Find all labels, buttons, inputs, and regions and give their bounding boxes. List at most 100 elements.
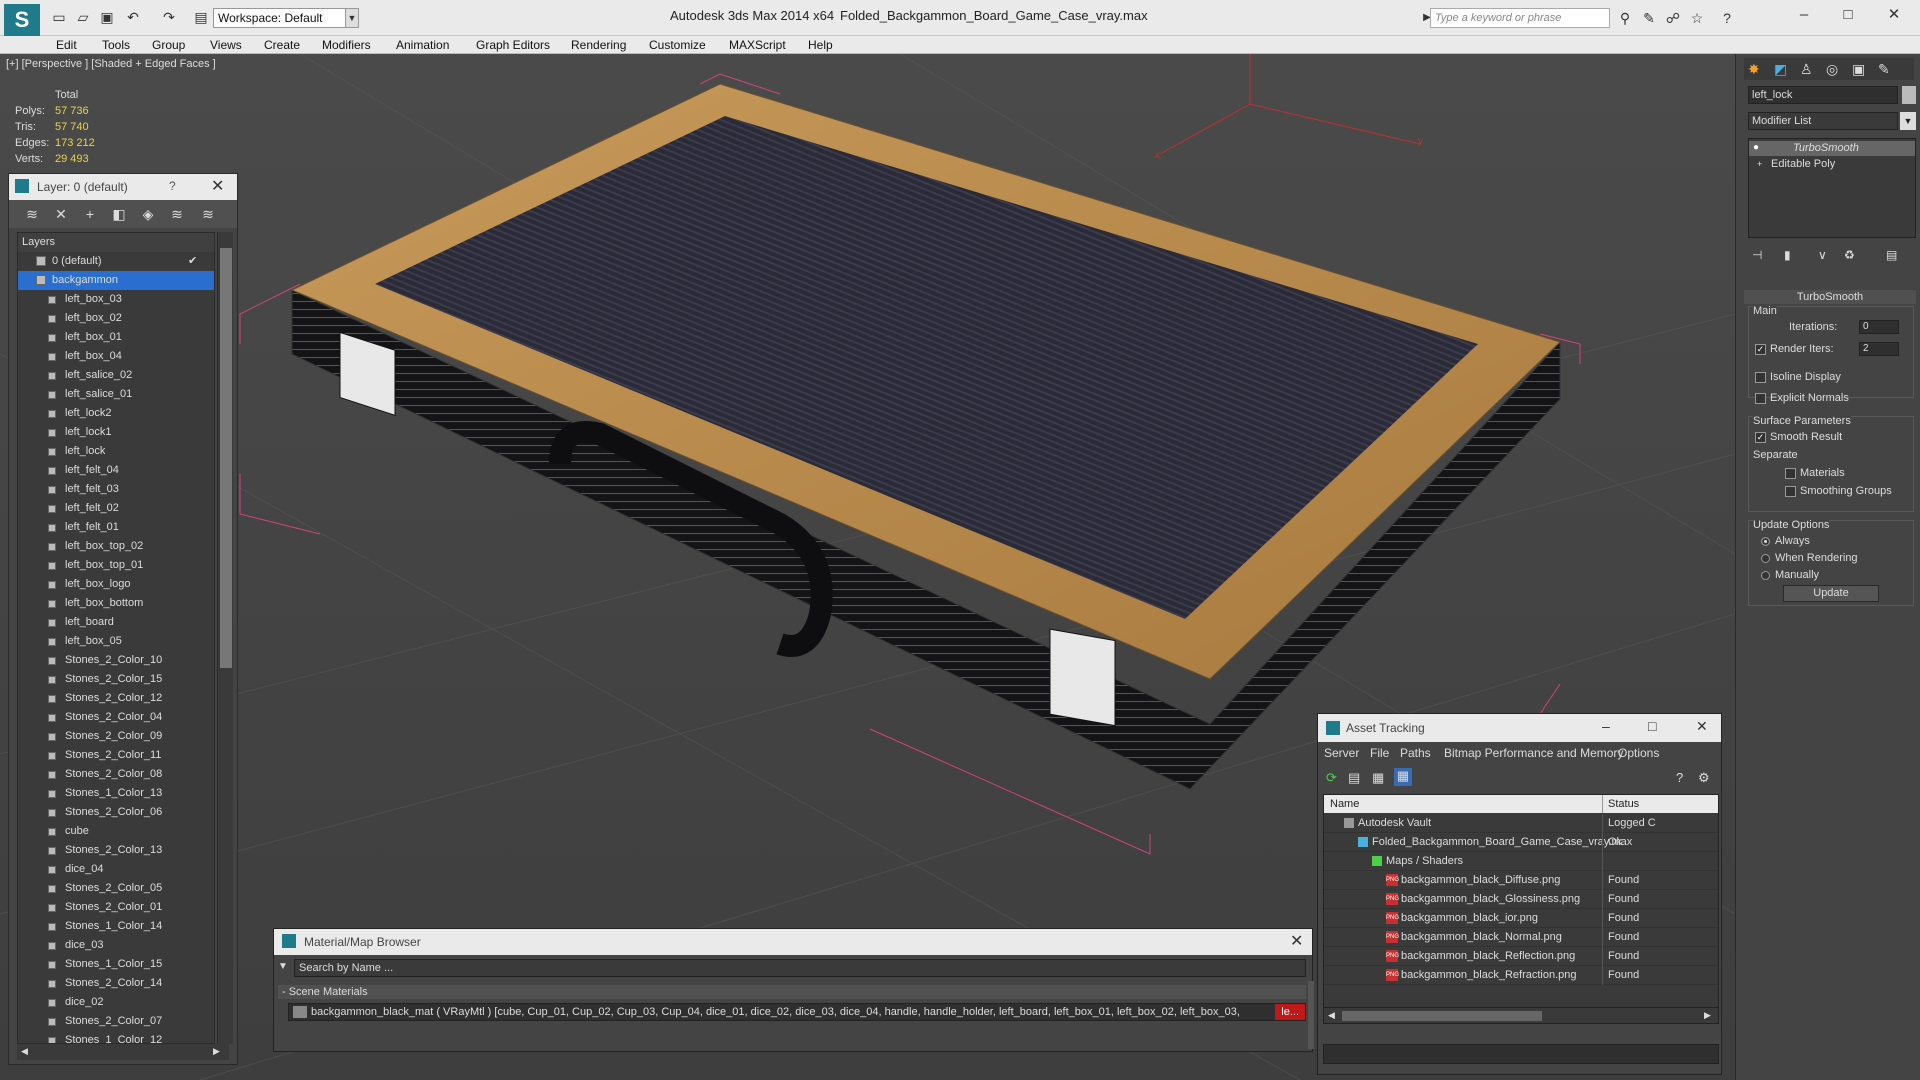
layer-object-item[interactable]: left_salice_02 [18, 366, 214, 385]
project-folder-icon[interactable]: ▤ [192, 8, 210, 26]
layer-object-item[interactable]: left_box_logo [18, 575, 214, 594]
communication-center-icon[interactable]: ✎ [1640, 9, 1658, 27]
object-color-swatch[interactable] [1902, 86, 1916, 104]
modifier-stack[interactable]: TurboSmooth ● Editable Poly + [1748, 138, 1916, 238]
layer-object-item[interactable]: cube [18, 822, 214, 841]
layer-object-item[interactable]: left_felt_04 [18, 461, 214, 480]
layer-default[interactable]: 0 (default) ✔ [18, 252, 214, 271]
layer-object-item[interactable]: dice_02 [18, 993, 214, 1012]
layer-object-item[interactable]: Stones_1_Color_13 [18, 784, 214, 803]
layer-object-item[interactable]: left_box_05 [18, 632, 214, 651]
vault-settings-icon[interactable]: ⚙ [1698, 770, 1710, 786]
table-view-icon[interactable]: ▦ [1394, 768, 1412, 786]
layer-object-item[interactable]: left_box_top_02 [18, 537, 214, 556]
layer-object-item[interactable]: dice_04 [18, 860, 214, 879]
scroll-left-icon[interactable]: ◀ [21, 1046, 28, 1057]
pin-stack-icon[interactable]: ⊣ [1752, 248, 1762, 262]
layer-object-item[interactable]: Stones_2_Color_13 [18, 841, 214, 860]
column-status[interactable]: Status [1608, 798, 1639, 810]
turbosmooth-rollout-header[interactable]: TurboSmooth [1744, 290, 1916, 304]
lightbulb-icon[interactable]: ● [1753, 142, 1759, 153]
workspace-dropdown[interactable]: Workspace: Default [213, 8, 353, 28]
menu-maxscript[interactable]: MAXScript [729, 38, 786, 52]
layer-object-item[interactable]: left_lock2 [18, 404, 214, 423]
utilities-tab-icon[interactable]: ✎ [1878, 61, 1890, 78]
layer-object-item[interactable]: left_salice_01 [18, 385, 214, 404]
layer-object-item[interactable]: Stones_1_Color_15 [18, 955, 214, 974]
layer-object-item[interactable]: Stones_1_Color_12 [18, 1031, 214, 1043]
layer-vertical-scrollbar[interactable] [217, 232, 233, 1044]
asset-path-field[interactable] [1323, 1044, 1719, 1064]
close-icon[interactable]: ✕ [1290, 931, 1303, 951]
asset-menu-paths[interactable]: Paths [1400, 746, 1431, 760]
display-tab-icon[interactable]: ▣ [1852, 61, 1865, 78]
menu-edit[interactable]: Edit [56, 38, 77, 52]
layer-object-item[interactable]: Stones_2_Color_11 [18, 746, 214, 765]
layer-object-item[interactable]: left_felt_03 [18, 480, 214, 499]
smooth-result-checkbox[interactable]: ✓ Smooth Result [1755, 431, 1842, 443]
render-iters-checkbox[interactable]: ✓ [1755, 343, 1766, 355]
layer-object-item[interactable]: left_box_01 [18, 328, 214, 347]
when-rendering-radio[interactable]: When Rendering [1761, 552, 1858, 564]
save-icon[interactable]: ▣ [98, 8, 116, 26]
menu-customize[interactable]: Customize [649, 38, 706, 52]
layer-horizontal-scrollbar[interactable]: ◀ ▶ [17, 1044, 229, 1060]
favorites-star-icon[interactable]: ☆ [1688, 9, 1706, 27]
object-name-field[interactable]: left_lock [1748, 86, 1898, 104]
highlight-layer-icon[interactable]: ◈ [139, 205, 157, 223]
help-icon[interactable]: ? [1718, 9, 1736, 27]
sign-in-icon[interactable]: ☍ [1664, 9, 1682, 27]
asset-menu-server[interactable]: Server [1324, 746, 1359, 760]
scene-materials-section[interactable]: - Scene Materials [278, 985, 1306, 999]
material-search-input[interactable]: Search by Name ... [294, 959, 1306, 977]
layer-object-item[interactable]: Stones_2_Color_09 [18, 727, 214, 746]
delete-layer-icon[interactable]: ✕ [52, 205, 70, 223]
menu-animation[interactable]: Animation [396, 38, 449, 52]
remove-modifier-icon[interactable]: ♻ [1844, 248, 1855, 262]
show-end-result-icon[interactable]: ▮ [1784, 248, 1791, 262]
minimize-icon[interactable]: – [1786, 4, 1822, 26]
layer-object-item[interactable]: left_lock1 [18, 423, 214, 442]
asset-menu-options[interactable]: Options [1618, 746, 1659, 760]
undo-icon[interactable]: ↶ [124, 8, 142, 26]
layer-object-item[interactable]: Stones_2_Color_12 [18, 689, 214, 708]
render-iters-row[interactable]: ✓ Render Iters: [1755, 343, 1834, 355]
asset-horizontal-scrollbar[interactable]: ◀ ▶ [1324, 1007, 1718, 1023]
vault-help-icon[interactable]: ? [1676, 770, 1683, 785]
menu-modifiers[interactable]: Modifiers [322, 38, 371, 52]
materials-checkbox[interactable]: Materials [1785, 467, 1845, 479]
open-file-icon[interactable]: ▱ [74, 8, 92, 26]
binoculars-icon[interactable]: ⚲ [1616, 9, 1634, 27]
layer-object-item[interactable]: Stones_2_Color_14 [18, 974, 214, 993]
menu-help[interactable]: Help [808, 38, 833, 52]
layer-list[interactable]: Layers 0 (default) ✔ backgammon left_box_… [17, 232, 215, 1044]
layer-object-item[interactable]: left_box_04 [18, 347, 214, 366]
search-input[interactable]: Type a keyword or phrase [1430, 8, 1610, 28]
modify-tab-icon[interactable]: ◩ [1774, 61, 1787, 78]
asset-row[interactable]: PNG backgammon_black_Refraction.png Found [1324, 966, 1718, 985]
close-icon[interactable]: ✕ [1876, 4, 1912, 26]
maximize-icon[interactable]: □ [1830, 4, 1866, 26]
select-in-layer-icon[interactable]: ◧ [110, 205, 128, 223]
material-browser-scrollbar[interactable] [1308, 981, 1314, 1049]
menu-graph-editors[interactable]: Graph Editors [476, 38, 550, 52]
scrollbar-thumb[interactable] [220, 248, 232, 668]
layer-object-item[interactable]: left_box_top_01 [18, 556, 214, 575]
list-view-icon[interactable]: ▤ [1348, 770, 1360, 786]
lock-right[interactable] [1049, 628, 1116, 727]
iterations-spinner[interactable]: 0 [1859, 320, 1899, 334]
column-name[interactable]: Name [1330, 798, 1359, 810]
chevron-down-icon[interactable]: ▼ [1900, 112, 1916, 130]
layer-object-item[interactable]: Stones_2_Color_15 [18, 670, 214, 689]
scroll-left-icon[interactable]: ◀ [1328, 1010, 1335, 1021]
update-button[interactable]: Update [1783, 585, 1879, 602]
browser-options-icon[interactable]: ▼ [278, 961, 288, 972]
freeze-all-icon[interactable]: ≋ [199, 205, 217, 223]
asset-row[interactable]: PNG backgammon_black_Diffuse.png Found [1324, 871, 1718, 890]
motion-tab-icon[interactable]: ◎ [1826, 61, 1838, 78]
asset-row[interactable]: Maps / Shaders [1324, 852, 1718, 871]
asset-row[interactable]: PNG backgammon_black_ior.png Found [1324, 909, 1718, 928]
minimize-icon[interactable]: – [1602, 718, 1610, 734]
asset-table[interactable]: Name Status Autodesk Vault Logged C Folded… [1323, 794, 1719, 1024]
manually-radio[interactable]: Manually [1761, 569, 1819, 581]
